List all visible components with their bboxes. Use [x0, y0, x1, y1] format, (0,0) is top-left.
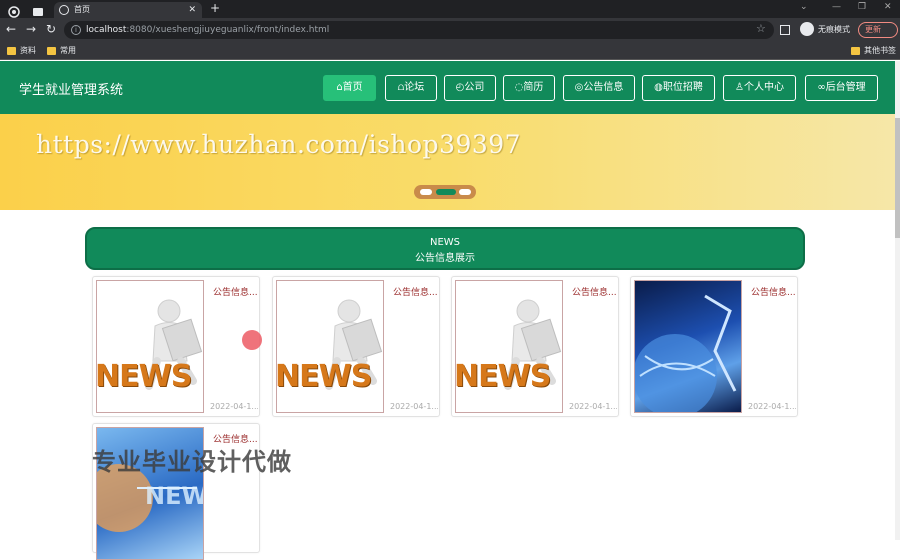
- active-browser-tab[interactable]: 首页 ✕: [54, 2, 202, 18]
- url-path: :8080/xueshengjiuyeguanlix/front/index.h…: [126, 25, 330, 35]
- close-icon[interactable]: ✕: [188, 2, 196, 18]
- folder-icon: [851, 47, 860, 55]
- globe-news-image: [634, 280, 742, 413]
- nav-jobs[interactable]: ◍职位招聘: [642, 75, 715, 101]
- nav-personal-center[interactable]: ♙个人中心: [723, 75, 796, 101]
- banner-carousel[interactable]: https://www.huzhan.com/ishop39397: [0, 114, 895, 210]
- watermark-url: https://www.huzhan.com/ishop39397: [36, 130, 522, 159]
- card-title[interactable]: 公告信息...: [213, 285, 259, 298]
- browser-tab-strip: 首页 ✕ + ⌄ — ❐ ✕: [0, 0, 900, 18]
- restore-icon[interactable]: ❐: [858, 2, 866, 12]
- news-section-header: NEWS 公告信息展示: [85, 227, 805, 270]
- news-heading-cn: 公告信息展示: [415, 253, 475, 264]
- news-figure-image: NEWS: [455, 280, 563, 413]
- news-card[interactable]: 公告信息... 2022-04-1...: [630, 276, 798, 417]
- mouse-cursor: [242, 330, 262, 350]
- overlay-watermark: 专业毕业设计代做: [92, 448, 292, 476]
- nav-forum[interactable]: ⩍论坛: [385, 75, 437, 101]
- url-field[interactable]: i localhost:8080/xueshengjiuyeguanlix/fr…: [64, 21, 774, 39]
- nav-admin[interactable]: ∞后台管理: [805, 75, 878, 101]
- news-graphic-text: NEWS: [96, 359, 192, 394]
- chevron-down-icon[interactable]: ⌄: [800, 2, 808, 12]
- tab-title: 首页: [74, 5, 90, 14]
- tab-search-icon[interactable]: [32, 3, 44, 16]
- news-card[interactable]: NEWS 公告信息... 2022-04-1...: [272, 276, 440, 417]
- forward-button[interactable]: →: [26, 22, 36, 36]
- bookmarks-bar: 资料 常用 其他书签: [0, 42, 900, 60]
- back-button[interactable]: ←: [6, 22, 16, 36]
- news-graphic-text: NEWS: [455, 359, 551, 394]
- info-icon[interactable]: i: [71, 25, 81, 35]
- nav-company[interactable]: ◴公司: [444, 75, 496, 101]
- bookmark-folder[interactable]: 常用: [47, 45, 76, 57]
- minimize-icon[interactable]: —: [832, 2, 841, 12]
- address-bar-row: ← → ↻ i localhost:8080/xueshengjiuyeguan…: [0, 18, 900, 42]
- news-heading-en: NEWS: [429, 237, 461, 248]
- news-figure-image: NEWS: [276, 280, 384, 413]
- folder-icon: [7, 47, 16, 55]
- card-title[interactable]: 公告信息...: [572, 285, 618, 298]
- carousel-dot[interactable]: [420, 189, 432, 195]
- news-graphic-text: NEWS: [276, 359, 372, 394]
- nav-home[interactable]: ⌂首页: [323, 75, 376, 101]
- card-title[interactable]: 公告信息...: [751, 285, 797, 298]
- carousel-indicators: [414, 185, 476, 199]
- update-button[interactable]: 更新: [858, 22, 898, 38]
- news-card[interactable]: NEWS 公告信息... 2022-04-1...: [92, 276, 260, 417]
- card-date: 2022-04-1...: [748, 402, 796, 411]
- chrome-menu-icon[interactable]: [8, 3, 20, 18]
- news-figure-image: NEWS: [96, 280, 204, 413]
- incognito-icon[interactable]: [800, 22, 814, 36]
- new-tab-button[interactable]: +: [210, 1, 220, 15]
- carousel-dot[interactable]: [459, 189, 471, 195]
- other-bookmarks[interactable]: 其他书签: [851, 45, 896, 57]
- site-header: 学生就业管理系统 ⌂首页 ⩍论坛 ◴公司 ◌简历 ◎公告信息 ◍职位招聘 ♙个人…: [0, 61, 900, 114]
- nav-notice[interactable]: ◎公告信息: [563, 75, 635, 101]
- card-date: 2022-04-1...: [210, 402, 258, 411]
- globe-icon: [59, 5, 69, 15]
- news-graphic-text: NEW: [145, 482, 204, 510]
- side-panel-icon[interactable]: [780, 25, 790, 35]
- page-scrollbar[interactable]: [895, 61, 900, 540]
- reload-button[interactable]: ↻: [46, 22, 56, 36]
- card-title[interactable]: 公告信息...: [393, 285, 439, 298]
- incognito-label: 无痕模式: [818, 25, 850, 34]
- bookmark-star-icon[interactable]: ☆: [756, 22, 766, 35]
- scrollbar-thumb[interactable]: [895, 118, 900, 238]
- url-host: localhost: [86, 25, 127, 35]
- close-window-icon[interactable]: ✕: [884, 2, 892, 12]
- card-date: 2022-04-1...: [569, 402, 617, 411]
- carousel-dot-active[interactable]: [436, 189, 456, 195]
- site-title: 学生就业管理系统: [19, 83, 124, 98]
- news-card[interactable]: NEWS 公告信息... 2022-04-1...: [451, 276, 619, 417]
- nav-resume[interactable]: ◌简历: [503, 75, 555, 101]
- folder-icon: [47, 47, 56, 55]
- bookmark-folder[interactable]: 资料: [7, 45, 36, 57]
- card-date: 2022-04-1...: [390, 402, 438, 411]
